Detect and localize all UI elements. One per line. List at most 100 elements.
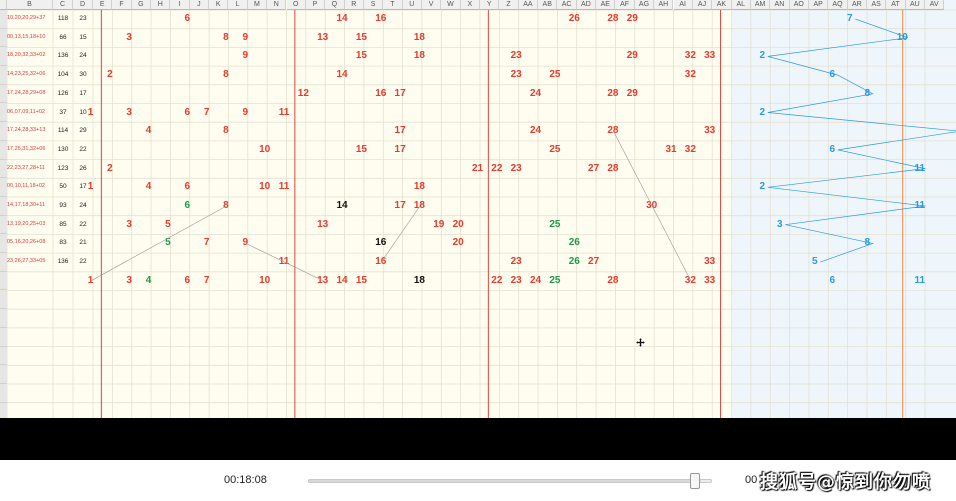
column-header[interactable]: AC bbox=[557, 0, 577, 10]
row-header[interactable] bbox=[0, 271, 7, 291]
column-header[interactable]: G bbox=[131, 0, 152, 10]
column-header[interactable]: Q bbox=[325, 0, 345, 10]
column-header[interactable]: Y bbox=[480, 0, 500, 10]
row-header[interactable] bbox=[0, 253, 7, 272]
row-header[interactable] bbox=[0, 327, 7, 347]
red-ball-number: 25 bbox=[549, 143, 561, 155]
row-header[interactable] bbox=[0, 365, 7, 384]
column-header[interactable]: M bbox=[247, 0, 268, 10]
column-header[interactable]: AK bbox=[712, 0, 732, 10]
column-header[interactable]: AO bbox=[789, 0, 809, 10]
column-header[interactable]: AU bbox=[905, 0, 926, 10]
column-header[interactable]: AD bbox=[576, 0, 597, 10]
column-header[interactable]: I bbox=[170, 0, 190, 10]
red-ball-number: 17 bbox=[394, 87, 406, 99]
column-header[interactable]: V bbox=[421, 0, 442, 10]
column-header[interactable]: AJ bbox=[692, 0, 713, 10]
red-ball-number: 20 bbox=[452, 218, 464, 230]
red-ball-number: 33 bbox=[704, 274, 716, 286]
span-value: 21 bbox=[79, 239, 87, 247]
red-ball-number: 5 bbox=[165, 237, 171, 249]
blue-ball-number: 6 bbox=[829, 69, 836, 81]
row-header[interactable] bbox=[0, 402, 7, 418]
sum-value: 66 bbox=[59, 33, 67, 41]
column-header[interactable]: AF bbox=[615, 0, 635, 10]
corner-header[interactable] bbox=[0, 0, 7, 10]
red-ball-number: 24 bbox=[529, 274, 542, 286]
column-header[interactable]: AS bbox=[867, 0, 887, 10]
row-header[interactable] bbox=[0, 10, 7, 29]
row-header[interactable] bbox=[0, 103, 7, 123]
column-header[interactable]: T bbox=[383, 0, 403, 10]
column-header[interactable]: AG bbox=[634, 0, 655, 10]
total-time: 00 bbox=[745, 474, 758, 486]
row-header[interactable] bbox=[0, 84, 7, 104]
red-ball-number: 33 bbox=[704, 50, 716, 62]
span-value: 22 bbox=[79, 220, 87, 228]
row-header[interactable] bbox=[0, 215, 7, 235]
column-header[interactable]: AT bbox=[886, 0, 906, 10]
red-ball-number: 29 bbox=[626, 13, 638, 24]
sum-value: 126 bbox=[57, 89, 69, 97]
red-ball-number: 32 bbox=[684, 274, 696, 286]
column-header[interactable]: AQ bbox=[828, 0, 848, 10]
column-header[interactable]: AL bbox=[731, 0, 751, 10]
video-letterbox bbox=[0, 418, 956, 460]
red-ball-number: 28 bbox=[607, 274, 619, 286]
column-header[interactable]: Z bbox=[499, 0, 519, 10]
draw-label: 17,24,28,33+13 bbox=[7, 127, 46, 134]
column-header[interactable]: W bbox=[441, 0, 461, 10]
span-value: 22 bbox=[79, 258, 87, 266]
draw-label: 22,23,27,28+11 bbox=[7, 164, 45, 171]
row-header[interactable] bbox=[0, 140, 7, 160]
column-header[interactable]: AV bbox=[925, 0, 945, 10]
red-ball-number: 22 bbox=[491, 162, 503, 174]
column-header[interactable]: AP bbox=[808, 0, 829, 10]
column-header[interactable]: P bbox=[305, 0, 326, 10]
row-header[interactable] bbox=[0, 178, 7, 197]
red-ball-number: 14 bbox=[336, 69, 348, 81]
row-header[interactable] bbox=[0, 346, 7, 366]
spreadsheet[interactable]: B C D E F G H I J K L M N O P Q R S T U V W X Y Z AA AB AC AD AE AF AG A… bbox=[0, 0, 956, 418]
column-header[interactable]: F bbox=[112, 0, 132, 10]
column-header[interactable]: AB bbox=[538, 0, 558, 10]
column-header[interactable]: D bbox=[73, 0, 93, 10]
column-header[interactable]: AE bbox=[596, 0, 616, 10]
row-header[interactable] bbox=[0, 47, 7, 67]
column-header[interactable]: S bbox=[363, 0, 384, 10]
column-header[interactable]: H bbox=[151, 0, 171, 10]
column-header[interactable]: K bbox=[209, 0, 229, 10]
column-header[interactable]: AA bbox=[518, 0, 539, 10]
row-header[interactable] bbox=[0, 309, 7, 328]
column-header[interactable]: AN bbox=[770, 0, 790, 10]
row-header[interactable] bbox=[0, 197, 7, 216]
seek-bar[interactable] bbox=[308, 479, 712, 483]
column-header[interactable]: X bbox=[460, 0, 480, 10]
column-header[interactable]: U bbox=[402, 0, 422, 10]
column-header[interactable]: O bbox=[286, 0, 306, 10]
seek-thumb[interactable] bbox=[689, 473, 700, 489]
row-header[interactable] bbox=[0, 159, 7, 179]
column-header[interactable]: E bbox=[93, 0, 113, 10]
red-ball-number: 27 bbox=[588, 256, 600, 268]
row-header[interactable] bbox=[0, 28, 7, 48]
red-ball-number: 28 bbox=[607, 87, 619, 99]
row-header[interactable] bbox=[0, 122, 7, 141]
column-header[interactable]: AI bbox=[673, 0, 693, 10]
grid-lines bbox=[0, 9, 956, 418]
column-header[interactable]: N bbox=[267, 0, 287, 10]
row-header[interactable] bbox=[0, 234, 7, 254]
column-header[interactable]: AH bbox=[654, 0, 674, 10]
red-ball-number: 16 bbox=[375, 237, 387, 249]
column-header[interactable]: B bbox=[7, 0, 53, 10]
video-player-controls: 00:18:08 00 搜狐号@惊到你勿喷 bbox=[0, 460, 956, 501]
column-header[interactable]: R bbox=[344, 0, 364, 10]
column-header[interactable]: L bbox=[228, 0, 248, 10]
column-header[interactable]: C bbox=[53, 0, 73, 10]
column-header[interactable]: J bbox=[189, 0, 210, 10]
row-header[interactable] bbox=[0, 384, 7, 403]
column-header[interactable]: AR bbox=[847, 0, 867, 10]
row-header[interactable] bbox=[0, 290, 7, 310]
row-header[interactable] bbox=[0, 66, 7, 85]
column-header[interactable]: AM bbox=[750, 0, 771, 10]
